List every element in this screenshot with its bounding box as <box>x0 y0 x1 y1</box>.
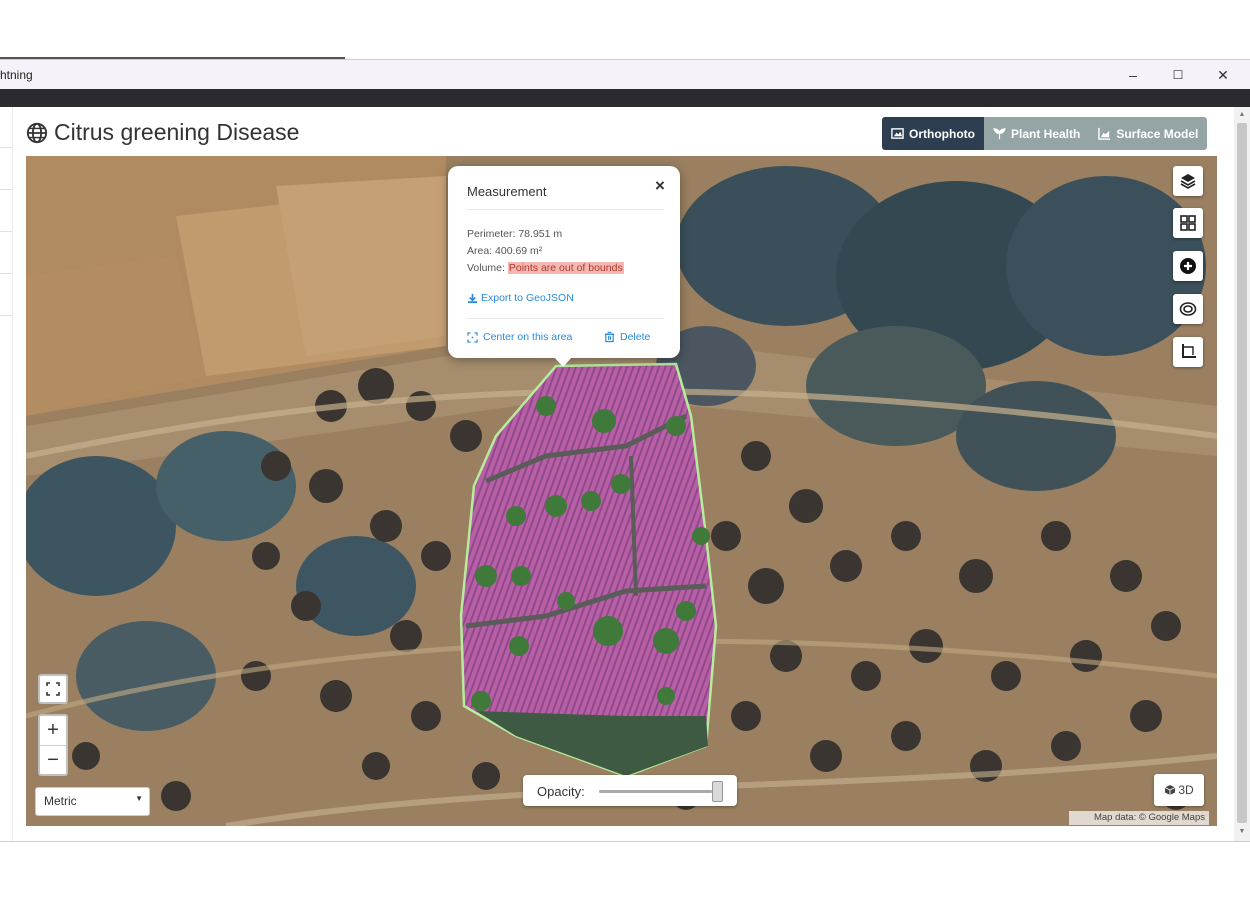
title-bar: htning – ☐ ✕ <box>0 59 1250 90</box>
units-select[interactable]: Metric ▼ <box>35 787 150 816</box>
crop-button[interactable] <box>1173 337 1203 367</box>
scroll-down-icon[interactable]: ▼ <box>1237 827 1247 837</box>
image-icon <box>891 128 904 139</box>
units-selected-value: Metric <box>44 794 77 808</box>
layers-icon <box>1180 174 1196 189</box>
crop-icon <box>1182 344 1196 358</box>
maximize-button[interactable]: ☐ <box>1158 64 1198 86</box>
zoom-in-button[interactable]: + <box>40 716 66 746</box>
plus-circle-icon <box>1180 258 1196 274</box>
plant-health-label: Plant Health <box>1010 126 1081 141</box>
crosshair-icon <box>467 331 478 343</box>
3d-view-button[interactable]: 3D <box>1154 774 1204 806</box>
layer-view-toggle: Orthophoto Plant Health Surface Model <box>882 117 1208 150</box>
cube-icon <box>1165 785 1176 795</box>
orthophoto-label: Orthophoto <box>909 126 975 141</box>
opacity-slider-handle[interactable] <box>712 781 723 802</box>
divider <box>467 209 663 210</box>
fullscreen-button[interactable] <box>38 674 68 704</box>
app-toolbar <box>0 89 1250 107</box>
perimeter-text: Perimeter: 78.951 m <box>467 228 563 240</box>
target-button[interactable] <box>1173 294 1203 324</box>
sidebar-edge <box>0 107 13 841</box>
surface-model-button[interactable]: Surface Model <box>1089 117 1208 150</box>
opacity-slider-fill <box>599 790 712 793</box>
opacity-label: Opacity: <box>537 784 585 799</box>
area-chart-icon <box>1098 127 1111 140</box>
sidebar-divider <box>0 147 12 148</box>
scrollbar-thumb[interactable] <box>1237 123 1247 823</box>
map-view[interactable]: Measurement × Perimeter: 78.951 m Area: … <box>26 156 1217 826</box>
add-button[interactable] <box>1173 251 1203 281</box>
globe-icon <box>26 122 48 143</box>
map-attribution: Map data: © Google Maps <box>1069 811 1209 825</box>
export-geojson-link[interactable]: Export to GeoJSON <box>467 292 574 304</box>
delete-label: Delete <box>620 331 651 343</box>
delete-link[interactable]: Delete <box>604 331 650 343</box>
grid-button[interactable] <box>1173 208 1203 238</box>
measurement-popup: Measurement × Perimeter: 78.951 m Area: … <box>448 166 680 367</box>
center-area-link[interactable]: Center on this area <box>467 331 572 343</box>
volume-label: Volume: <box>467 262 508 274</box>
divider <box>467 318 663 319</box>
center-label: Center on this area <box>483 331 573 343</box>
3d-label: 3D <box>1178 783 1194 797</box>
volume-warning: Points are out of bounds <box>507 262 624 274</box>
sidebar-divider <box>0 315 12 316</box>
sidebar-divider <box>0 231 12 232</box>
fullscreen-icon <box>46 682 60 696</box>
popup-close-button[interactable]: × <box>655 176 665 196</box>
browser-window: htning – ☐ ✕ Citrus greening Disease Ort… <box>0 59 1250 842</box>
download-icon <box>467 293 478 303</box>
plant-icon <box>993 128 1006 140</box>
page-title: Citrus greening Disease <box>26 119 299 146</box>
close-button[interactable]: ✕ <box>1203 64 1243 86</box>
sidebar-divider <box>0 189 12 190</box>
grid-icon <box>1180 215 1196 231</box>
sidebar-divider <box>0 273 12 274</box>
screen-top-strip <box>0 0 1250 59</box>
area-text: Area: 400.69 m² <box>467 245 543 257</box>
export-label: Export to GeoJSON <box>481 292 574 304</box>
layers-button[interactable] <box>1173 166 1203 196</box>
orthophoto-button[interactable]: Orthophoto <box>882 117 984 150</box>
zoom-out-button[interactable]: − <box>40 746 66 775</box>
trash-icon <box>604 331 615 343</box>
vertical-scrollbar[interactable]: ▲ ▼ <box>1234 107 1250 841</box>
minimize-button[interactable]: – <box>1113 64 1153 86</box>
app-content: Citrus greening Disease Orthophoto Plant… <box>0 107 1234 841</box>
caret-down-icon: ▼ <box>135 794 143 803</box>
window-title: htning <box>0 68 33 82</box>
plant-health-button[interactable]: Plant Health <box>983 117 1090 150</box>
page-title-text: Citrus greening Disease <box>54 119 300 145</box>
target-icon <box>1179 302 1197 316</box>
opacity-slider[interactable] <box>599 781 723 802</box>
popup-title: Measurement <box>467 184 547 199</box>
surface-model-label: Surface Model <box>1116 126 1199 141</box>
volume-text: Volume: Points are out of bounds <box>467 262 624 274</box>
zoom-control: + − <box>38 714 68 776</box>
opacity-control: Opacity: <box>523 775 737 806</box>
scroll-up-icon[interactable]: ▲ <box>1237 110 1247 120</box>
